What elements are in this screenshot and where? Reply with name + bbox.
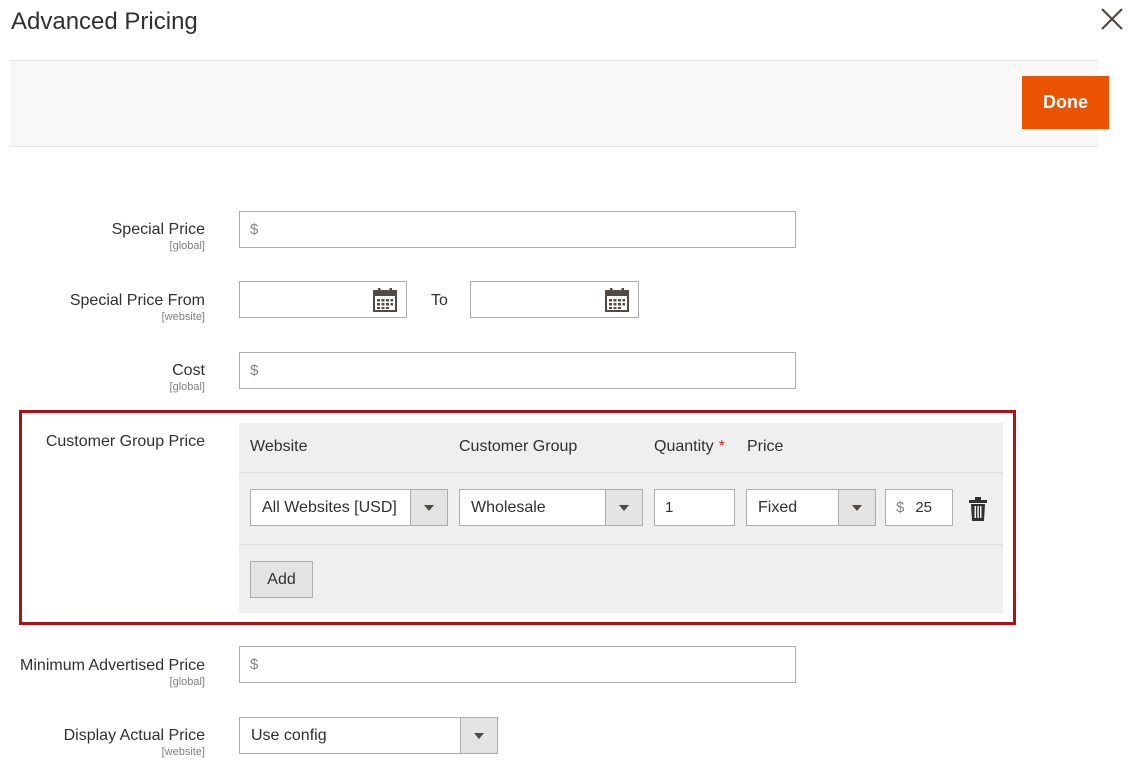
- special-price-from-label: Special Price From [website]: [70, 292, 205, 323]
- column-customer-group: Customer Group: [459, 438, 578, 455]
- table-header: Website Customer Group Quantity * Price: [239, 423, 1003, 473]
- price-type-select-value: Fixed: [758, 498, 798, 516]
- special-price-input[interactable]: $: [239, 211, 796, 248]
- minimum-advertised-price-input[interactable]: $: [239, 646, 796, 683]
- cost-scope: [global]: [169, 381, 205, 393]
- special-price-from-date-input[interactable]: [239, 281, 407, 318]
- minimum-advertised-price-label: Minimum Advertised Price [global]: [20, 657, 205, 688]
- chevron-down-icon[interactable]: [838, 490, 875, 525]
- minimum-advertised-price-label-text: Minimum Advertised Price: [20, 657, 205, 674]
- special-price-label: Special Price [global]: [112, 221, 205, 252]
- quantity-value: 1: [665, 499, 674, 516]
- close-icon[interactable]: [1097, 4, 1127, 34]
- column-quantity: Quantity *: [654, 438, 725, 456]
- display-actual-price-select-value: Use config: [251, 726, 327, 744]
- calendar-icon[interactable]: [373, 288, 397, 312]
- currency-prefix: $: [250, 362, 259, 379]
- price-type-select[interactable]: Fixed: [746, 489, 876, 526]
- cost-input[interactable]: $: [239, 352, 796, 389]
- modal-title: Advanced Pricing: [11, 8, 198, 35]
- currency-prefix: $: [250, 656, 259, 673]
- customer-group-select[interactable]: Wholesale: [459, 489, 643, 526]
- trash-icon[interactable]: [968, 497, 988, 521]
- website-select-value: All Websites [USD]: [262, 498, 397, 516]
- minimum-advertised-price-scope: [global]: [169, 676, 205, 688]
- column-quantity-label: Quantity: [654, 438, 714, 455]
- display-actual-price-select[interactable]: Use config: [239, 717, 498, 754]
- special-price-label-text: Special Price: [111, 221, 205, 238]
- price-input[interactable]: $ 25: [885, 489, 953, 526]
- special-price-from-label-text: Special Price From: [69, 292, 205, 309]
- to-label: To: [431, 292, 448, 309]
- special-price-from-scope: [website]: [161, 311, 205, 323]
- chevron-down-icon[interactable]: [410, 490, 447, 525]
- quantity-input[interactable]: 1: [654, 489, 735, 526]
- display-actual-price-scope: [website]: [161, 746, 205, 758]
- modal-action-bar: Done: [10, 60, 1109, 147]
- calendar-icon[interactable]: [605, 288, 629, 312]
- customer-group-price-table: Website Customer Group Quantity * Price A…: [239, 423, 1003, 613]
- website-select[interactable]: All Websites [USD]: [250, 489, 448, 526]
- table-row: All Websites [USD] Wholesale 1 Fixed $ 2…: [239, 474, 1003, 545]
- chevron-down-icon[interactable]: [460, 718, 497, 753]
- cost-label: Cost [global]: [170, 362, 205, 393]
- required-mark: *: [718, 438, 725, 455]
- price-value: 25: [915, 499, 933, 516]
- column-website: Website: [250, 438, 308, 455]
- display-actual-price-label: Display Actual Price [website]: [64, 727, 205, 758]
- column-price: Price: [747, 438, 784, 455]
- add-button[interactable]: Add: [250, 561, 313, 598]
- chevron-down-icon[interactable]: [605, 490, 642, 525]
- special-price-scope: [global]: [169, 240, 205, 252]
- special-price-to-date-input[interactable]: [470, 281, 639, 318]
- currency-prefix: $: [896, 499, 905, 516]
- customer-group-price-label: Customer Group Price: [45, 433, 205, 450]
- customer-group-select-value: Wholesale: [471, 498, 546, 516]
- display-actual-price-label-text: Display Actual Price: [63, 727, 205, 744]
- cost-label-text: Cost: [172, 362, 205, 379]
- currency-prefix: $: [250, 221, 259, 238]
- done-button[interactable]: Done: [1022, 76, 1109, 129]
